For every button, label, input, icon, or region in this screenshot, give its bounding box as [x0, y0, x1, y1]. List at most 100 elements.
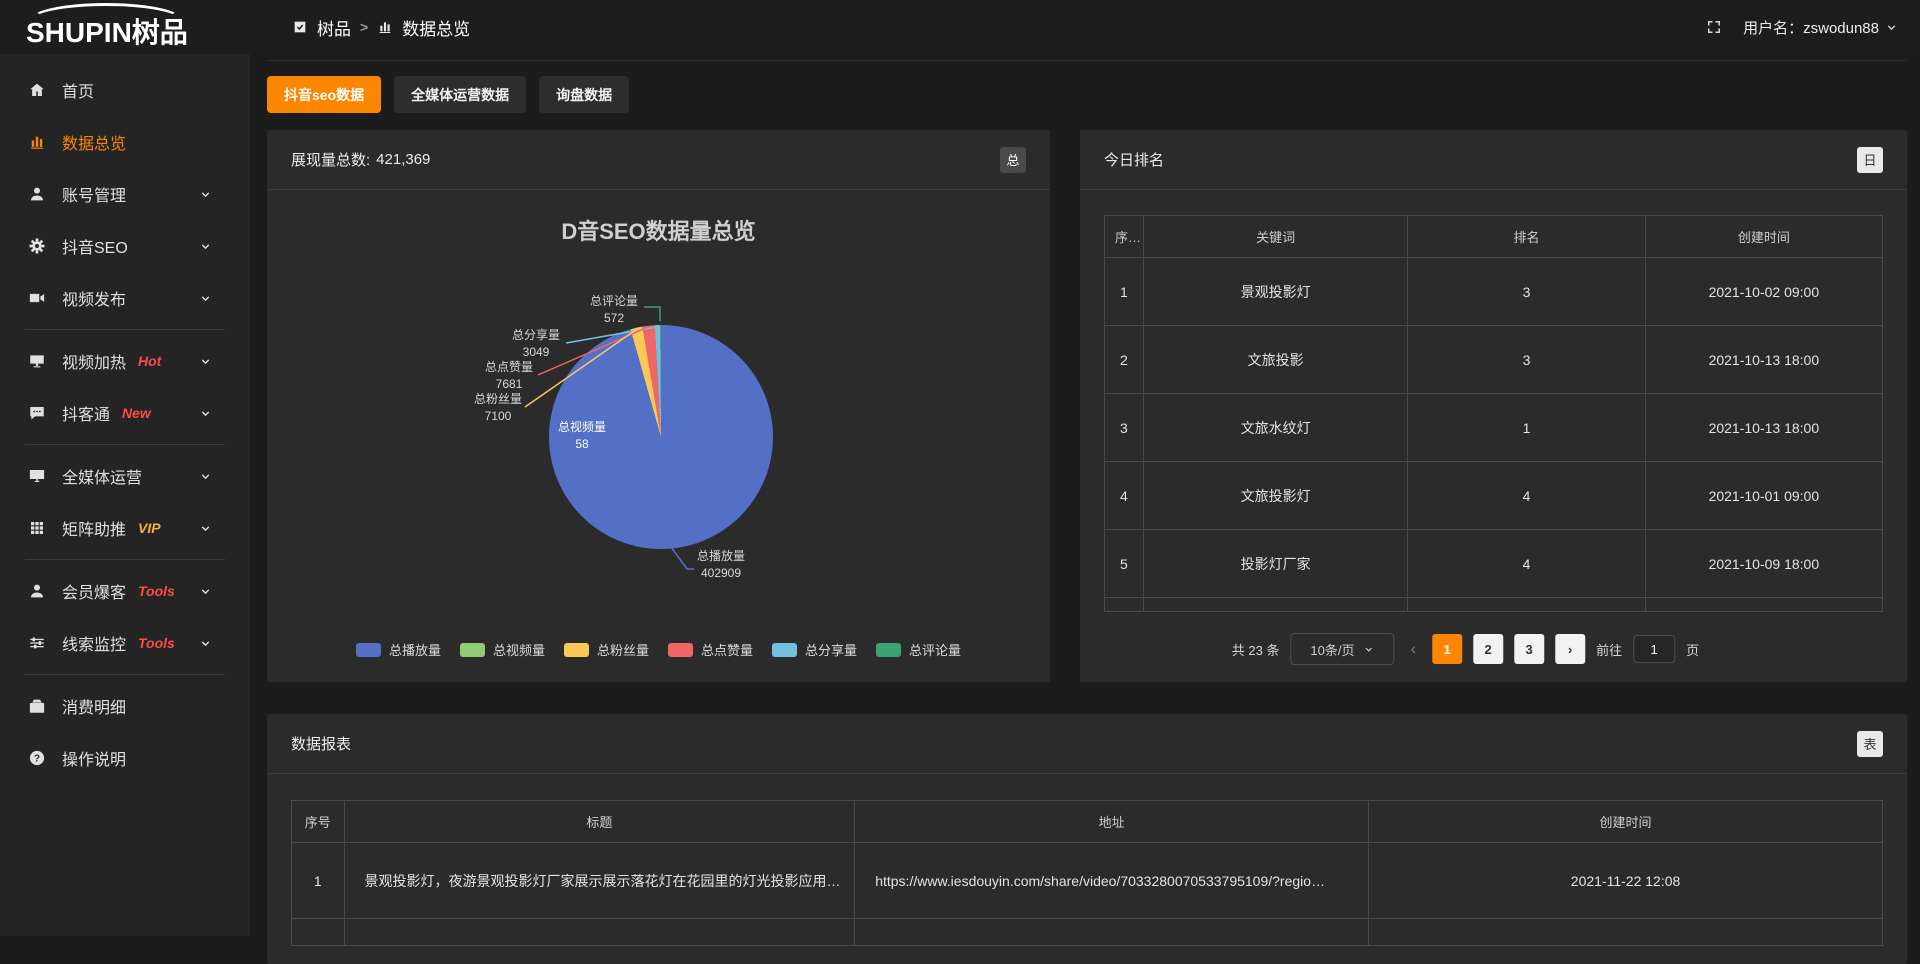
- table-cell: 3: [1105, 394, 1144, 462]
- sidebar-item[interactable]: 数据总览: [0, 116, 250, 168]
- sidebar-item[interactable]: 抖音SEO: [0, 220, 250, 272]
- sliders-icon: [27, 634, 47, 652]
- chevron-down-icon: [195, 240, 215, 253]
- table-row: 1景观投影灯，夜游景观投影灯厂家展示展示落花灯在花园里的灯光投影应用效果 #ht…: [292, 843, 1883, 919]
- chevron-down-icon: [195, 355, 215, 368]
- overview-corner-button[interactable]: 总: [1000, 147, 1026, 173]
- pie-label: 总点赞量 7681: [463, 359, 555, 393]
- sidebar-item[interactable]: 账号管理: [0, 168, 250, 220]
- table-row: 4文旅投影灯42021-10-01 09:00: [1105, 462, 1883, 530]
- fullscreen-icon[interactable]: [1705, 18, 1723, 36]
- brand-logo: SHUPIN树品: [26, 11, 188, 51]
- user-menu[interactable]: 用户名：zswodun88: [1743, 17, 1898, 38]
- legend-item[interactable]: 总播放量: [356, 640, 441, 659]
- prev-page-button[interactable]: ‹: [1405, 639, 1421, 659]
- breadcrumb: 树品 > 数据总览: [292, 0, 470, 54]
- table-cell: 文旅投影灯: [1143, 462, 1408, 530]
- table-cell: 2021-10-13 18:00: [1645, 394, 1882, 462]
- table-cell: 2021-10-13 18:00: [1645, 326, 1882, 394]
- legend-label: 总点赞量: [701, 640, 753, 659]
- gear-icon: [27, 237, 47, 255]
- sidebar-badge: Tools: [138, 635, 175, 651]
- table-row-partial: [292, 919, 1883, 946]
- sidebar-item[interactable]: 线索监控 Tools: [0, 617, 250, 669]
- legend-swatch: [460, 643, 485, 657]
- pie-label: 总分享量 3049: [490, 327, 582, 361]
- legend-item[interactable]: 总分享量: [772, 640, 857, 659]
- sidebar-badge: New: [122, 405, 151, 421]
- next-page-button[interactable]: ›: [1555, 634, 1585, 664]
- pie-label-name: 总播放量: [675, 548, 767, 565]
- report-panel-header: 数据报表 表: [267, 714, 1907, 774]
- pie-label-value: 402909: [675, 565, 767, 582]
- sidebar-item[interactable]: 视频加热 Hot: [0, 335, 250, 387]
- report-table: 序号标题地址创建时间1景观投影灯，夜游景观投影灯厂家展示展示落花灯在花园里的灯光…: [291, 800, 1883, 946]
- tab[interactable]: 全媒体运营数据: [394, 76, 526, 113]
- sidebar-item-label: 视频发布: [62, 286, 126, 310]
- table-cell: 1: [1408, 394, 1645, 462]
- checked-square-icon: [292, 19, 308, 35]
- page-size-select[interactable]: 10条/页: [1290, 633, 1394, 665]
- chart-title: D音SEO数据量总览: [267, 214, 1050, 246]
- sidebar-item[interactable]: 视频发布: [0, 272, 250, 324]
- table-cell[interactable]: https://www.iesdouyin.com/share/video/70…: [855, 843, 1369, 919]
- tab[interactable]: 抖音seo数据: [267, 76, 381, 113]
- sidebar-item-label: 全媒体运营: [62, 464, 142, 488]
- breadcrumb-item-current: 数据总览: [402, 15, 470, 40]
- table-cell: 4: [1408, 462, 1645, 530]
- sidebar-item[interactable]: 矩阵助推 VIP: [0, 502, 250, 554]
- pie-label-name: 总粉丝量: [452, 391, 544, 408]
- page-button-1[interactable]: 1: [1432, 634, 1462, 664]
- rank-panel: 今日排名 日 序号关键词排名创建时间1景观投影灯32021-10-02 09:0…: [1080, 130, 1907, 682]
- sidebar-item[interactable]: 首页: [0, 64, 250, 116]
- legend-item[interactable]: 总点赞量: [668, 640, 753, 659]
- page-button-2[interactable]: 2: [1473, 634, 1503, 664]
- legend-item[interactable]: 总评论量: [876, 640, 961, 659]
- page-button-3[interactable]: 3: [1514, 634, 1544, 664]
- table-cell: 4: [1105, 462, 1144, 530]
- sidebar-item-label: 视频加热: [62, 349, 126, 373]
- report-panel: 数据报表 表 序号标题地址创建时间1景观投影灯，夜游景观投影灯厂家展示展示落花灯…: [267, 714, 1907, 964]
- wallet-icon: [27, 697, 47, 715]
- svg-text:?: ?: [34, 753, 40, 764]
- legend-swatch: [356, 643, 381, 657]
- sidebar-item[interactable]: 全媒体运营: [0, 450, 250, 502]
- sidebar-item[interactable]: 消费明细: [0, 680, 250, 732]
- video-icon: [27, 289, 47, 307]
- table-cell: 3: [1408, 258, 1645, 326]
- sidebar-item[interactable]: 会员爆客 Tools: [0, 565, 250, 617]
- table-cell: 文旅水纹灯: [1143, 394, 1408, 462]
- sidebar-item-label: 会员爆客: [62, 579, 126, 603]
- header-right: 用户名：zswodun88: [1705, 0, 1898, 54]
- column-header: 序号: [292, 801, 345, 843]
- table-cell: 文旅投影: [1143, 326, 1408, 394]
- report-corner-button[interactable]: 表: [1857, 731, 1883, 757]
- legend-swatch: [564, 643, 589, 657]
- sidebar-item-label: 账号管理: [62, 182, 126, 206]
- column-header: 标题: [344, 801, 855, 843]
- chevron-down-icon: [195, 470, 215, 483]
- goto-page-input[interactable]: [1633, 635, 1675, 663]
- sidebar-item[interactable]: 抖客通 New: [0, 387, 250, 439]
- pie-label-value: 572: [568, 310, 660, 327]
- column-header: 排名: [1408, 216, 1645, 258]
- table-cell: 1: [292, 843, 345, 919]
- breadcrumb-item-home[interactable]: 树品: [317, 15, 351, 40]
- table-cell: 3: [1408, 326, 1645, 394]
- sidebar-item[interactable]: ? 操作说明: [0, 732, 250, 784]
- table-cell: 2021-10-09 18:00: [1645, 530, 1882, 598]
- home-icon: [27, 81, 47, 99]
- tab[interactable]: 询盘数据: [539, 76, 629, 113]
- sidebar-badge: VIP: [138, 520, 161, 536]
- rank-corner-button[interactable]: 日: [1857, 147, 1883, 173]
- sidebar: 首页 数据总览 账号管理 抖音SEO 视频发布 视频加热 Hot 抖客通: [0, 54, 250, 936]
- overview-title: 展现量总数: 421,369: [291, 149, 430, 170]
- chevron-down-icon: [195, 188, 215, 201]
- chart-legend: 总播放量 总视频量 总粉丝量 总点赞量 总分享量 总评论量: [267, 640, 1050, 659]
- legend-item[interactable]: 总视频量: [460, 640, 545, 659]
- table-row-partial: [1105, 598, 1883, 612]
- rank-panel-header: 今日排名 日: [1080, 130, 1907, 190]
- legend-item[interactable]: 总粉丝量: [564, 640, 649, 659]
- legend-label: 总分享量: [805, 640, 857, 659]
- pie-label: 总播放量 402909: [675, 548, 767, 582]
